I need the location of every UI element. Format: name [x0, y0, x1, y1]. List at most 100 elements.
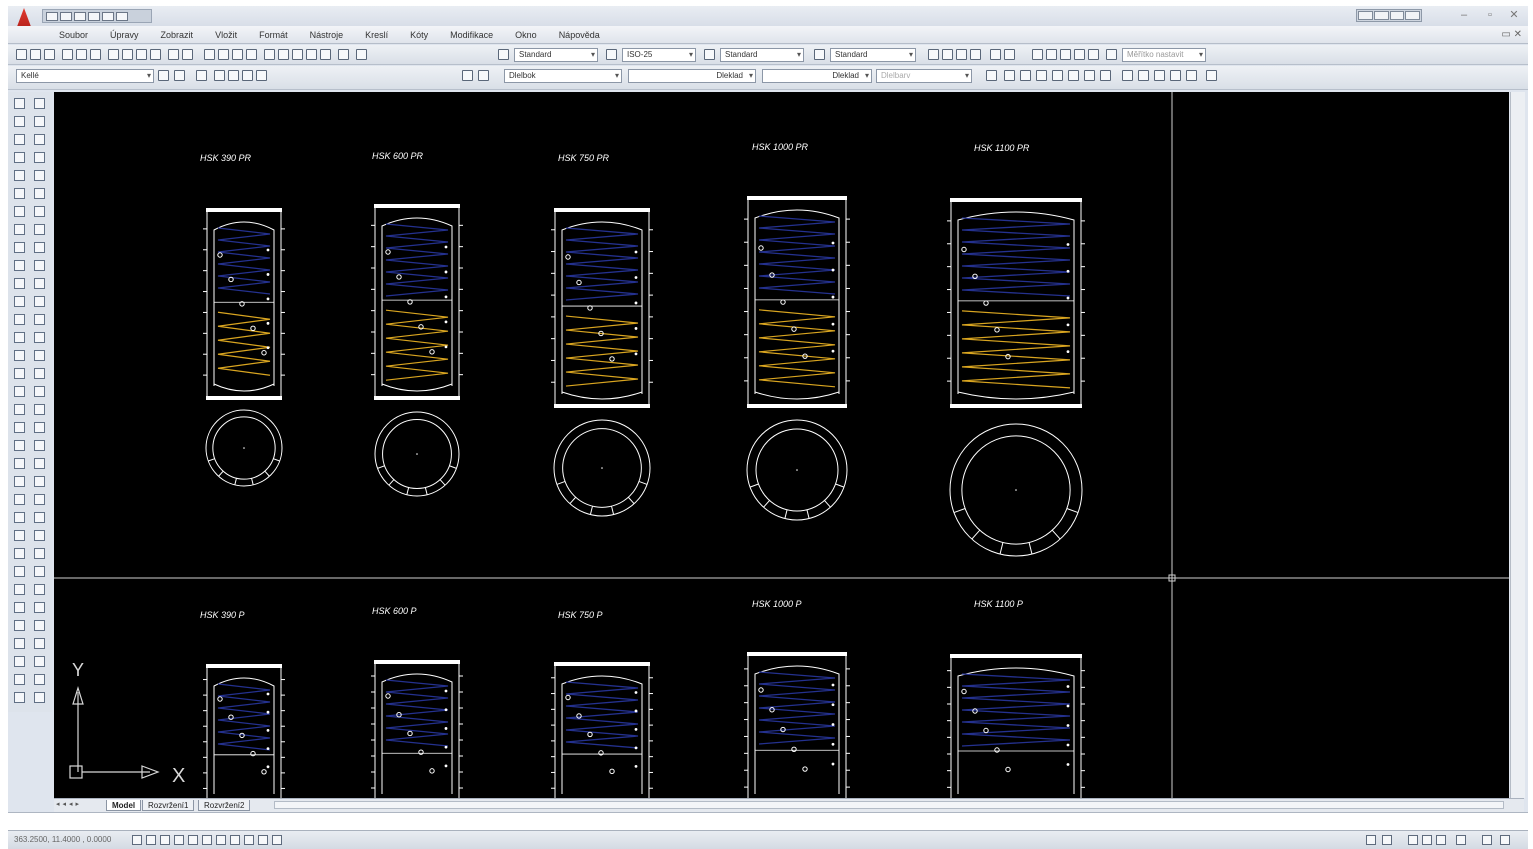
orbit-icon-3[interactable] — [1154, 70, 1165, 81]
tool-icon[interactable] — [34, 278, 45, 289]
layer-state-icon[interactable] — [196, 70, 207, 81]
tool-icon[interactable] — [14, 476, 25, 487]
lwt-toggle[interactable] — [244, 835, 254, 845]
minimize-button[interactable]: – — [1452, 8, 1476, 22]
menu-koty[interactable]: Kóty — [399, 30, 439, 40]
orbit-icon-4[interactable] — [1170, 70, 1181, 81]
designcenter-icon[interactable] — [278, 49, 289, 60]
make-current-icon[interactable] — [462, 70, 473, 81]
workspace-switch[interactable] — [1456, 835, 1466, 845]
tool-icon[interactable] — [34, 368, 45, 379]
tool-icon[interactable] — [34, 566, 45, 577]
save-icon[interactable] — [74, 11, 86, 21]
tool-icon[interactable] — [34, 476, 45, 487]
tool-icon[interactable] — [34, 98, 45, 109]
tool-icon[interactable] — [34, 422, 45, 433]
tool-icon[interactable] — [14, 404, 25, 415]
menu-napoveda[interactable]: Nápověda — [548, 30, 611, 40]
viewport-icon-3[interactable] — [1032, 49, 1043, 60]
tool-icon[interactable] — [34, 242, 45, 253]
layout-icon-2[interactable] — [942, 49, 953, 60]
vertical-scrollbar[interactable] — [1510, 92, 1525, 798]
tool-icon[interactable] — [34, 332, 45, 343]
tool-icon[interactable] — [34, 152, 45, 163]
quickview-layouts[interactable] — [1382, 835, 1392, 845]
tool-icon[interactable] — [14, 692, 25, 703]
properties-icon[interactable] — [264, 49, 275, 60]
tool-icon[interactable] — [14, 584, 25, 595]
tool-icon[interactable] — [34, 188, 45, 199]
layout-icon-1[interactable] — [928, 49, 939, 60]
scale-select[interactable]: Měřítko nastavit — [1122, 48, 1206, 62]
infocenter[interactable] — [1356, 9, 1422, 22]
tool-icon[interactable] — [34, 602, 45, 613]
tool-icon[interactable] — [34, 314, 45, 325]
cut-icon[interactable] — [108, 49, 119, 60]
tool-icon[interactable] — [14, 638, 25, 649]
plotstyle-select[interactable]: Dlelbarv — [876, 69, 972, 83]
orbit-icon-1[interactable] — [1122, 70, 1133, 81]
dim-style-select[interactable]: ISO-25 — [622, 48, 696, 62]
polar-toggle[interactable] — [174, 835, 184, 845]
tool-icon[interactable] — [14, 260, 25, 271]
sun-icon[interactable] — [228, 70, 239, 81]
model-toggle[interactable] — [1366, 835, 1376, 845]
tool-icon[interactable] — [34, 530, 45, 541]
menu-soubor[interactable]: Soubor — [48, 30, 99, 40]
snap-toggle[interactable] — [132, 835, 142, 845]
otrack-toggle[interactable] — [202, 835, 212, 845]
tool-icon[interactable] — [14, 512, 25, 523]
dyn-toggle[interactable] — [230, 835, 240, 845]
markup-icon[interactable] — [320, 49, 331, 60]
tool-icon[interactable] — [34, 458, 45, 469]
tool-icon[interactable] — [34, 674, 45, 685]
tab-navigation-buttons[interactable]: ◂◂◂▸ — [56, 800, 82, 808]
tool-icon[interactable] — [14, 152, 25, 163]
open-icon[interactable] — [60, 11, 72, 21]
publish-icon[interactable] — [90, 49, 101, 60]
view-icon-4[interactable] — [1036, 70, 1047, 81]
tool-icon[interactable] — [34, 584, 45, 595]
tool-icon[interactable] — [14, 602, 25, 613]
tool-icon[interactable] — [14, 98, 25, 109]
lock-icon[interactable] — [242, 70, 253, 81]
grid-toggle[interactable] — [146, 835, 156, 845]
tool-icon[interactable] — [14, 116, 25, 127]
tool-icon[interactable] — [14, 422, 25, 433]
tool-icon[interactable] — [14, 530, 25, 541]
print-icon[interactable] — [88, 11, 100, 21]
tool-icon[interactable] — [34, 170, 45, 181]
tool-icon[interactable] — [14, 224, 25, 235]
tool-icon[interactable] — [14, 206, 25, 217]
view-icon-2[interactable] — [1004, 70, 1015, 81]
tool-icon[interactable] — [34, 224, 45, 235]
osnap-toggle[interactable] — [188, 835, 198, 845]
toolbar-lock-icon[interactable] — [1482, 835, 1492, 845]
menu-okno[interactable]: Okno — [504, 30, 548, 40]
zoom-previous-icon[interactable] — [246, 49, 257, 60]
clean-screen-icon[interactable] — [1500, 835, 1510, 845]
linetype-select[interactable]: Dleklad — [628, 69, 756, 83]
tool-icon[interactable] — [14, 242, 25, 253]
viewport-icon-5[interactable] — [1060, 49, 1071, 60]
tool-icon[interactable] — [34, 116, 45, 127]
tool-icon[interactable] — [14, 188, 25, 199]
tool-icon[interactable] — [34, 692, 45, 703]
menu-vlozit[interactable]: Vložit — [204, 30, 248, 40]
layer-manager-icon[interactable] — [158, 70, 169, 81]
tool-palettes-icon[interactable] — [292, 49, 303, 60]
model-space-canvas[interactable]: HSK 390 PR HSK 600 PR HSK 750 PR HSK 1000 P… — [54, 92, 1509, 798]
zoom-realtime-icon[interactable] — [218, 49, 229, 60]
tab-layout1[interactable]: Rozvržení1 — [142, 800, 195, 811]
new-icon[interactable] — [46, 11, 58, 21]
tool-icon[interactable] — [14, 674, 25, 685]
ortho-toggle[interactable] — [160, 835, 170, 845]
layer-color-icon[interactable] — [256, 70, 267, 81]
annotation-scale[interactable] — [1408, 835, 1418, 845]
pan-icon[interactable] — [204, 49, 215, 60]
sc-toggle[interactable] — [272, 835, 282, 845]
tool-icon[interactable] — [14, 134, 25, 145]
tab-layout2[interactable]: Rozvržení2 — [198, 800, 251, 811]
lineweight-select[interactable]: Dleklad — [762, 69, 872, 83]
undo-icon[interactable] — [102, 11, 114, 21]
